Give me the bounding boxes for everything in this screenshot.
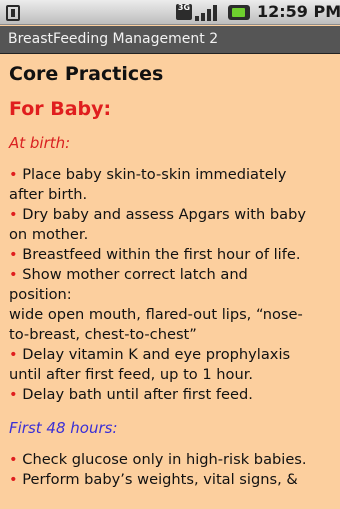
list-line: • Dry baby and assess Apgars with baby [9,205,334,225]
subheading: For Baby: [9,98,112,120]
list-line: wide open mouth, flared-out lips, “nose- [9,305,334,325]
line-text: Place baby skin-to-skin immediately [22,166,287,183]
line-text: until after first feed, up to 1 hour. [9,366,254,383]
content-scroll-area[interactable]: Core Practices For Baby: At birth: • Pla… [0,55,340,509]
line-text: Perform baby’s weights, vital signs, & [22,471,298,488]
section-heading: Core Practices [9,63,164,85]
list-line: • Delay bath until after first feed. [9,385,334,405]
bullet-icon: • [9,206,18,223]
list-line: • Check glucose only in high-risk babies… [9,450,334,470]
line-text: wide open mouth, flared-out lips, “nose- [9,306,303,323]
line-text: position: [9,286,72,303]
list-line: • Show mother correct latch and [9,265,334,285]
app-title: BreastFeeding Management 2 [8,31,219,47]
line-text: Delay vitamin K and eye prophylaxis [22,346,291,363]
bullet-icon: • [9,451,18,468]
line-text: on mother. [9,226,89,243]
bullet-icon: • [9,166,18,183]
battery-icon [228,5,250,20]
bullet-icon: • [9,386,18,403]
line-text: Check glucose only in high-risk babies. [22,451,307,468]
line-text: to-breast, chest-to-chest” [9,326,197,343]
list-line: • Breastfeed within the first hour of li… [9,245,334,265]
section-first-48-hours-list: • Check glucose only in high-risk babies… [9,450,334,490]
bullet-icon: • [9,346,18,363]
section-at-birth-label: At birth: [9,134,71,152]
list-line: until after first feed, up to 1 hour. [9,365,334,385]
section-first-48-hours-label: First 48 hours: [9,419,118,437]
signal-strength-icon [195,4,221,21]
list-line: after birth. [9,185,334,205]
list-line: • Perform baby’s weights, vital signs, & [9,470,334,490]
notification-icon [6,5,20,21]
line-text: Dry baby and assess Apgars with baby [22,206,306,223]
list-line: position: [9,285,334,305]
list-line: • Delay vitamin K and eye prophylaxis [9,345,334,365]
list-line: • Place baby skin-to-skin immediately [9,165,334,185]
section-at-birth-list: • Place baby skin-to-skin immediately aft… [9,165,334,405]
list-line: on mother. [9,225,334,245]
line-text: Delay bath until after first feed. [22,386,253,403]
status-bar: 3G 12:59 PM [0,0,340,25]
clock: 12:59 PM [257,2,340,21]
line-text: Show mother correct latch and [22,266,248,283]
app-title-bar: BreastFeeding Management 2 [0,26,340,54]
network-type-icon: 3G [176,4,192,20]
list-line: to-breast, chest-to-chest” [9,325,334,345]
bullet-icon: • [9,246,18,263]
network-type-label: 3G [177,3,191,12]
line-text: after birth. [9,186,88,203]
line-text: Breastfeed within the first hour of life… [22,246,301,263]
bullet-icon: • [9,471,18,488]
bullet-icon: • [9,266,18,283]
